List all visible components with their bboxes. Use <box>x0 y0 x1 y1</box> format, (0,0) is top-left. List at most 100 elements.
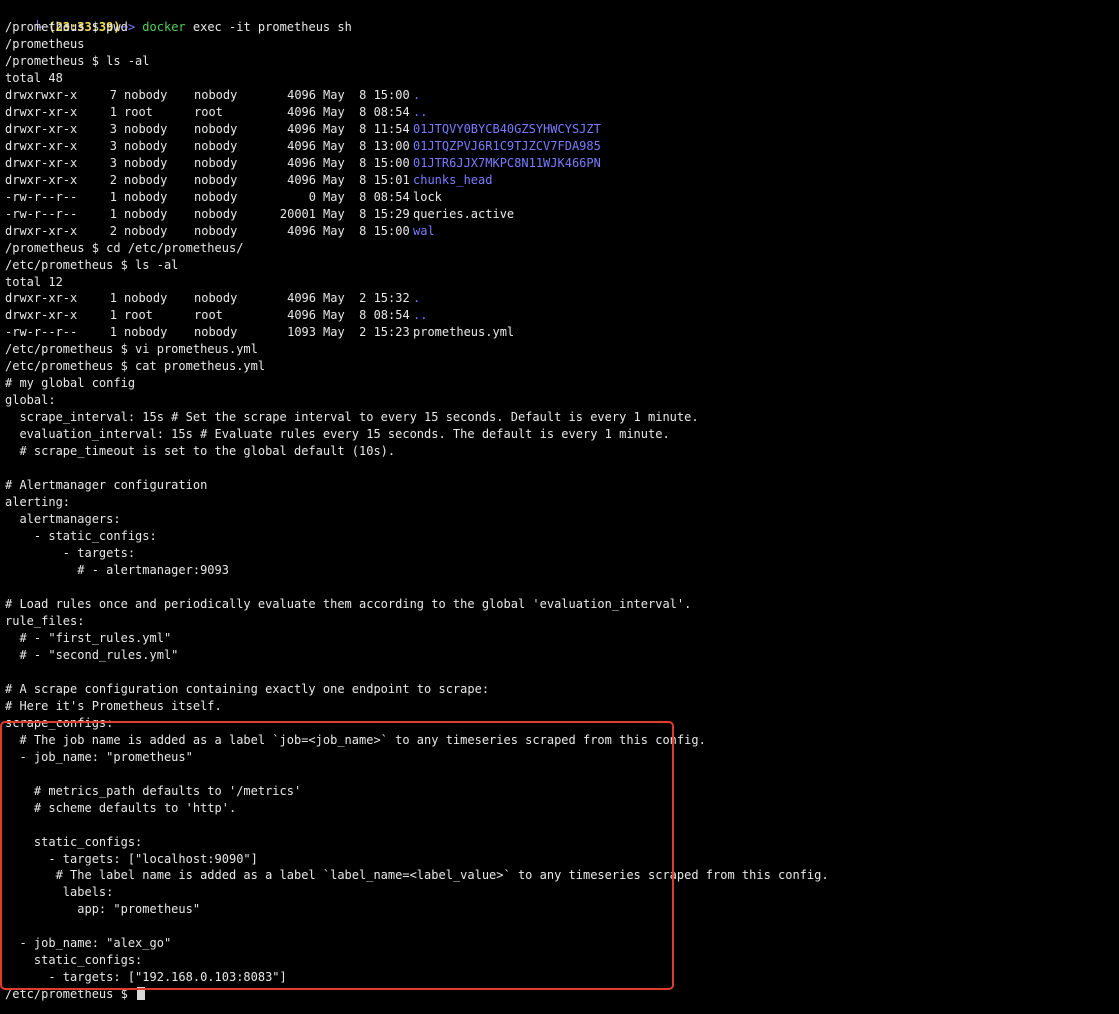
ls-row: drwxrwxr-x 7 nobody nobody 4096 May 8 15:00. <box>5 87 420 104</box>
file-permissions: drwxr-xr-x <box>5 308 78 322</box>
file-link-count: 2 <box>109 224 117 238</box>
ls-row: drwxr-xr-x 1 root root 4096 May 8 08:54.. <box>5 104 427 121</box>
config-line: - static_configs: <box>5 529 157 543</box>
config-line: # The label name is added as a label `la… <box>5 868 829 882</box>
file-name: 01JTQZPVJ6R1C9TJZCV7FDA985 <box>413 139 601 153</box>
file-size: 4096 <box>287 156 316 170</box>
file-name: .. <box>413 308 428 322</box>
file-date: May 8 08:54 <box>323 105 410 119</box>
config-line: - job_name: "alex_go" <box>5 936 172 950</box>
config-line: # A scrape configuration containing exac… <box>5 682 490 696</box>
file-group: nobody <box>194 207 238 221</box>
file-date: May 2 15:32 <box>323 291 410 305</box>
file-group: nobody <box>194 88 238 102</box>
file-group: nobody <box>194 156 238 170</box>
file-group: nobody <box>194 173 238 187</box>
config-line: # scrape_timeout is set to the global de… <box>5 444 396 458</box>
file-date: May 8 13:00 <box>323 139 410 153</box>
file-link-count: 1 <box>109 291 117 305</box>
command-word: docker <box>142 20 186 34</box>
terminal-line: /prometheus $ pwd <box>5 20 128 34</box>
file-owner: nobody <box>124 207 168 221</box>
file-permissions: drwxrwxr-x <box>5 88 78 102</box>
file-group: nobody <box>194 325 238 339</box>
file-link-count: 1 <box>109 325 117 339</box>
file-permissions: drwxr-xr-x <box>5 122 78 136</box>
file-group: nobody <box>194 224 238 238</box>
file-size: 4096 <box>287 224 316 238</box>
file-permissions: drwxr-xr-x <box>5 156 78 170</box>
file-link-count: 1 <box>109 207 117 221</box>
file-group: nobody <box>194 190 238 204</box>
file-size: 4096 <box>287 122 316 136</box>
config-line: # Here it's Prometheus itself. <box>5 699 222 713</box>
config-line: - targets: <box>5 546 136 560</box>
config-line: global: <box>5 393 56 407</box>
config-line: # my global config <box>5 376 136 390</box>
ls-row: drwxr-xr-x 2 nobody nobody 4096 May 8 15:01 ch… <box>5 172 492 189</box>
ls-row: drwxr-xr-x 3 nobody nobody 4096 May 8 13:00 01… <box>5 138 601 155</box>
file-owner: nobody <box>124 190 168 204</box>
file-link-count: 2 <box>109 173 117 187</box>
file-owner: nobody <box>124 291 168 305</box>
file-owner: root <box>124 308 153 322</box>
terminal-line: total 48 <box>5 71 63 85</box>
file-permissions: drwxr-xr-x <box>5 173 78 187</box>
ls-row: drwxr-xr-x 1 root root 4096 May 8 08:54.. <box>5 307 427 324</box>
file-name: .. <box>413 105 428 119</box>
terminal-line: /prometheus $ ls -al <box>5 54 150 68</box>
terminal-line: /prometheus <box>5 37 85 51</box>
file-name: wal <box>413 224 435 238</box>
file-owner: nobody <box>124 325 168 339</box>
file-name: . <box>413 88 421 102</box>
file-name: 01JTQVY0BYCB40GZSYHWCYSJZT <box>413 122 601 136</box>
file-date: May 8 15:00 <box>323 224 410 238</box>
config-line: static_configs: <box>5 835 143 849</box>
config-line: # - alertmanager:9093 <box>5 563 229 577</box>
ls-row: -rw-r--r-- 1 nobody nobody 0 May 8 08:54 lock <box>5 189 442 206</box>
file-link-count: 1 <box>109 308 117 322</box>
file-link-count: 3 <box>109 156 117 170</box>
prompt-line-top: └─(23:33:39)─> docker exec -it prometheu… <box>5 2 352 34</box>
file-link-count: 3 <box>109 122 117 136</box>
file-date: May 8 08:54 <box>323 190 410 204</box>
file-date: May 8 15:01 <box>323 173 410 187</box>
file-group: root <box>194 308 223 322</box>
file-date: May 2 15:23 <box>323 325 410 339</box>
config-line: - targets: ["192.168.0.103:8083"] <box>5 970 287 984</box>
file-size: 4096 <box>287 105 316 119</box>
ls-row: drwxr-xr-x 1 nobody nobody 4096 May 2 15:32. <box>5 290 420 307</box>
file-name: . <box>413 291 421 305</box>
config-line: # scheme defaults to 'http'. <box>5 801 237 815</box>
config-line: rule_files: <box>5 614 85 628</box>
file-owner: nobody <box>124 156 168 170</box>
file-permissions: drwxr-xr-x <box>5 139 78 153</box>
file-size: 4096 <box>287 308 316 322</box>
file-size: 1093 <box>287 325 316 339</box>
file-owner: root <box>124 105 153 119</box>
terminal-window[interactable]: └─(23:33:39)─> docker exec -it prometheu… <box>0 0 1119 1014</box>
config-line: # Alertmanager configuration <box>5 478 208 492</box>
config-line: # Load rules once and periodically evalu… <box>5 597 692 611</box>
file-permissions: drwxr-xr-x <box>5 224 78 238</box>
file-date: May 8 15:00 <box>323 156 410 170</box>
file-link-count: 7 <box>109 88 117 102</box>
prompt-line-final[interactable]: /etc/prometheus $ <box>5 986 146 1003</box>
config-line: - job_name: "prometheus" <box>5 750 193 764</box>
terminal-line: /etc/prometheus $ ls -al <box>5 258 179 272</box>
config-line: evaluation_interval: 15s # Evaluate rule… <box>5 427 670 441</box>
file-owner: nobody <box>124 88 168 102</box>
config-line: app: "prometheus" <box>5 902 201 916</box>
file-link-count: 1 <box>109 105 117 119</box>
ls-row: drwxr-xr-x 2 nobody nobody 4096 May 8 15:00 wa… <box>5 223 435 240</box>
config-line: # - "first_rules.yml" <box>5 631 172 645</box>
file-group: nobody <box>194 291 238 305</box>
file-permissions: -rw-r--r-- <box>5 325 78 339</box>
terminal-line: /etc/prometheus $ vi prometheus.yml <box>5 342 258 356</box>
file-link-count: 3 <box>109 139 117 153</box>
file-group: nobody <box>194 122 238 136</box>
file-date: May 8 15:29 <box>323 207 410 221</box>
file-link-count: 1 <box>109 190 117 204</box>
file-permissions: -rw-r--r-- <box>5 190 78 204</box>
file-name: lock <box>413 190 442 204</box>
